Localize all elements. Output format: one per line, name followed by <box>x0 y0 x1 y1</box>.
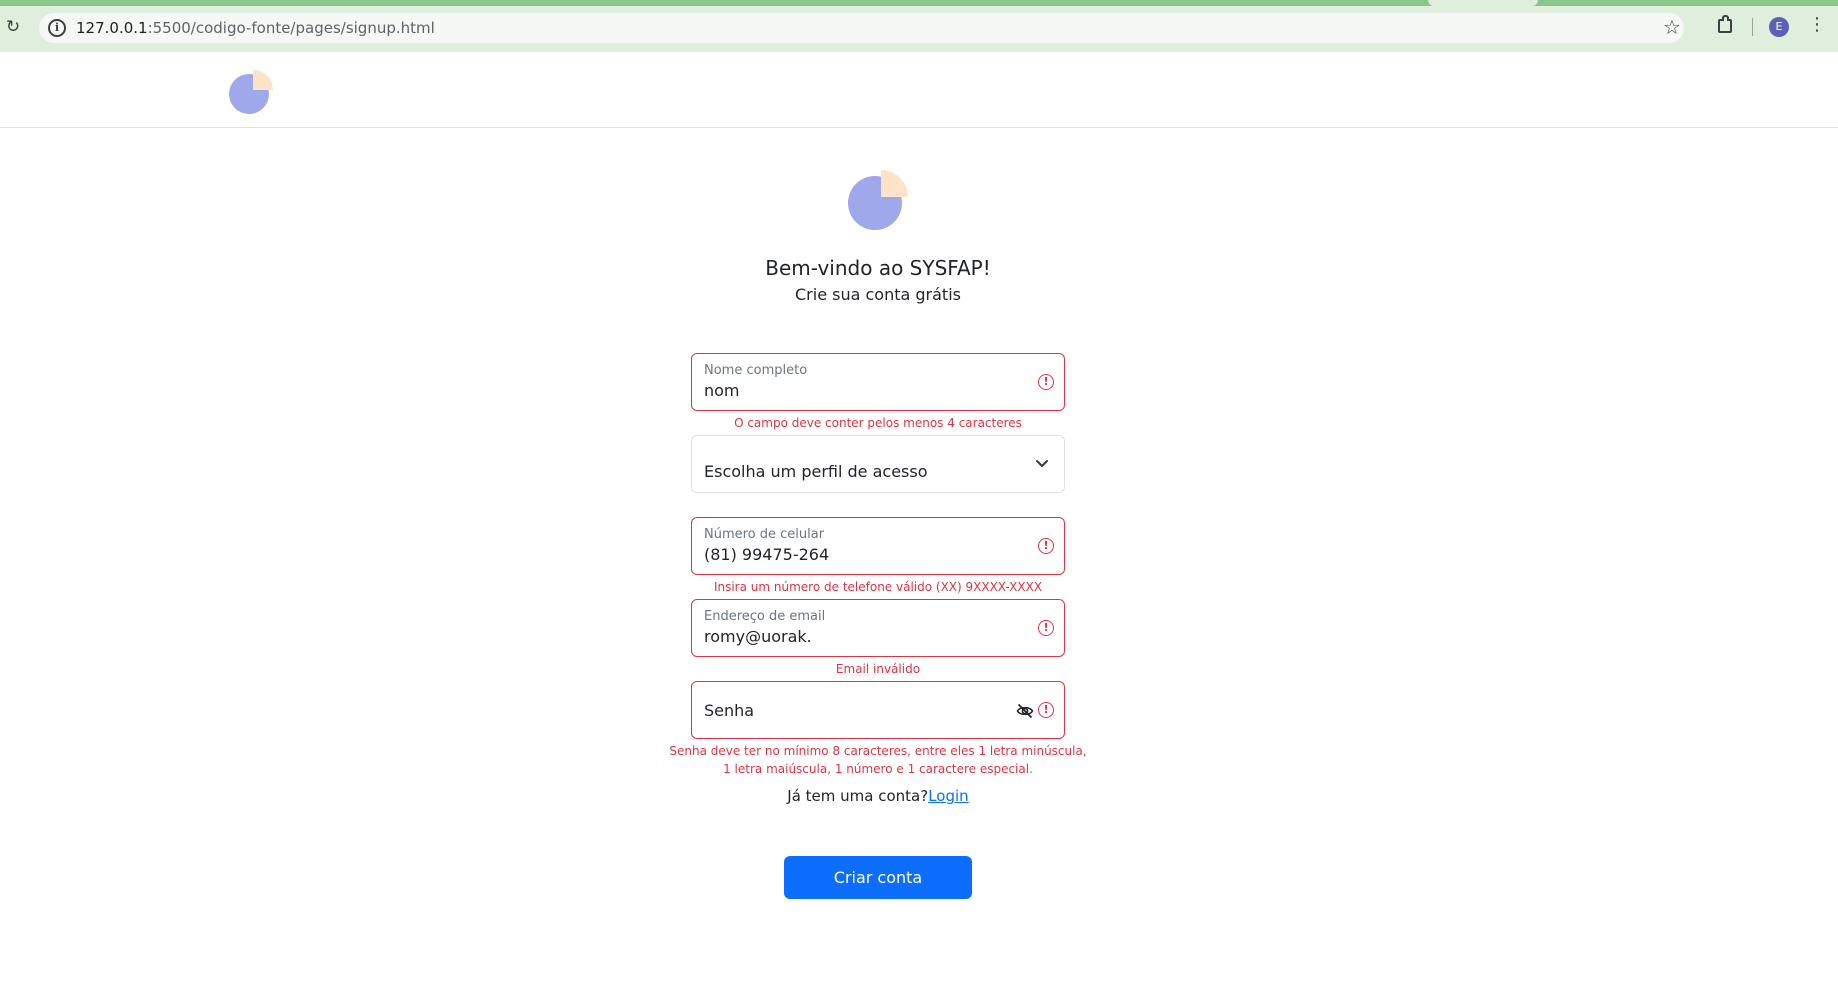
page-title: Bem-vindo ao SYSFAP! <box>765 256 991 280</box>
phone-label: Número de celular <box>704 527 825 542</box>
address-bar[interactable]: i 127.0.0.1:5500/codigo-fonte/pages/sign… <box>39 13 1684 43</box>
pie-chart-logo[interactable] <box>227 68 275 116</box>
site-info-icon[interactable]: i <box>48 19 66 37</box>
email-input[interactable]: romy@uorak. <box>704 627 812 647</box>
page-subtitle: Crie sua conta grátis <box>795 285 961 304</box>
login-prompt: Já tem uma conta?Login <box>787 787 969 805</box>
browser-toolbar: ↻ i 127.0.0.1:5500/codigo-fonte/pages/si… <box>0 0 1838 52</box>
error-icon: ! <box>1038 702 1054 718</box>
extensions-icon[interactable] <box>1715 14 1735 36</box>
full-name-field[interactable]: Nome completo nom ! <box>691 353 1065 411</box>
login-link[interactable]: Login <box>928 787 968 805</box>
star-icon[interactable]: ☆ <box>1663 15 1681 39</box>
password-field[interactable]: Senha ! <box>691 681 1065 739</box>
chevron-down-icon <box>1036 460 1048 467</box>
email-field[interactable]: Endereço de email romy@uorak. ! <box>691 599 1065 657</box>
tab-strip <box>0 0 1838 6</box>
eye-slash-icon[interactable] <box>1016 702 1034 720</box>
full-name-input[interactable]: nom <box>704 381 740 401</box>
password-input[interactable]: Senha <box>704 701 754 721</box>
password-error-line-2: 1 letra maiúscula, 1 número e 1 caracter… <box>723 762 1033 776</box>
pie-chart-logo-large <box>848 170 908 230</box>
access-profile-selected: Escolha um perfil de acesso <box>704 462 928 481</box>
email-label: Endereço de email <box>704 609 826 624</box>
profile-avatar[interactable]: E <box>1769 17 1789 37</box>
phone-field[interactable]: Número de celular (81) 99475-264 ! <box>691 517 1065 575</box>
email-error: Email inválido <box>835 662 921 676</box>
full-name-error: O campo deve conter pelos menos 4 caract… <box>734 416 1022 430</box>
error-icon: ! <box>1038 374 1054 390</box>
create-account-button[interactable]: Criar conta <box>784 856 972 899</box>
page-header <box>0 52 1838 128</box>
url-text[interactable]: 127.0.0.1:5500/codigo-fonte/pages/signup… <box>76 19 435 37</box>
error-icon: ! <box>1038 620 1054 636</box>
phone-input[interactable]: (81) 99475-264 <box>704 545 829 565</box>
kebab-menu-icon[interactable]: ⋮ <box>1808 15 1826 35</box>
password-error-line-1: Senha deve ter no mínimo 8 caracteres, e… <box>669 744 1087 758</box>
phone-error: Insira um número de telefone válido (XX)… <box>713 580 1043 594</box>
full-name-label: Nome completo <box>704 363 808 378</box>
reload-icon[interactable]: ↻ <box>3 17 23 37</box>
access-profile-select[interactable]: Escolha um perfil de acesso <box>691 435 1065 493</box>
toolbar-divider <box>1752 18 1753 36</box>
error-icon: ! <box>1038 538 1054 554</box>
